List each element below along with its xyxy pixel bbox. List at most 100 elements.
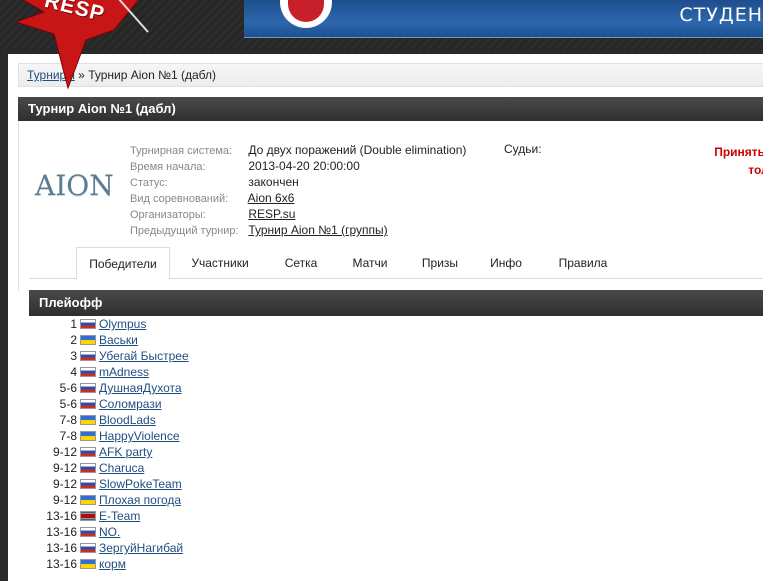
standing-row: 7-8 HappyViolence [29,428,763,444]
system-label: Турнирная система: [130,145,233,157]
flag-ru-icon [80,479,96,489]
team-link[interactable]: Соломрази [99,397,162,411]
flag-ru-icon [80,367,96,377]
team-link[interactable]: HappyViolence [99,429,180,443]
organizers-link[interactable]: RESP.su [248,207,295,221]
header-banner[interactable]: СТУДЕН [244,0,763,38]
standing-row: 13-16 NO. [29,524,763,540]
place-number: 9-12 [52,493,77,507]
team-link[interactable]: корм [99,557,126,571]
team-link[interactable]: AFK party [99,445,152,459]
flag-ua-icon [80,559,96,569]
place-number: 9-12 [52,477,77,491]
place-number: 13-16 [46,509,77,523]
place-number: 5-6 [59,381,77,395]
standing-row: 9-12 SlowPokeTeam [29,476,763,492]
standing-row: 5-6 ДушнаяДухота [29,380,763,396]
team-link[interactable]: SlowPokeTeam [99,477,182,491]
type-label: Вид соревнований: [130,193,229,205]
standing-row: 2 Васьки [29,332,763,348]
flag-ru-icon [80,447,96,457]
type-link[interactable]: Aion 6x6 [248,191,295,205]
team-link[interactable]: Васьки [99,333,138,347]
judges-label: Судьи: [504,142,542,156]
tab-bracket[interactable]: Сетка [271,247,331,279]
place-number: 9-12 [52,461,77,475]
team-link[interactable]: NO. [99,525,120,539]
page-title: Турнир Aion №1 (дабл) [18,97,763,121]
flag-ua-icon [80,495,96,505]
team-link[interactable]: Убегай Быстрее [99,349,189,363]
tab-rules[interactable]: Правила [541,247,625,279]
standing-row: 3 Убегай Быстрее [29,348,763,364]
place-number: 1 [70,317,77,331]
meta-row-previous: Предыдущий турнир: Турнир Aion №1 (групп… [130,222,466,238]
standings-list: 1 Olympus 2 Васьки 3 Убегай Быстрее 4 mAdness 5-… [29,316,763,572]
place-number: 4 [70,365,77,379]
meta-row-type: Вид соревнований: Aion 6x6 [130,190,466,206]
meta-row-start: Время начала: 2013-04-20 20:00:00 [130,158,466,174]
flag-ru-icon [80,351,96,361]
standing-row: 13-16 ЗергуйНагибай [29,540,763,556]
meta-row-status: Статус: закончен [130,174,466,190]
team-link[interactable]: E-Team [99,509,140,523]
team-link[interactable]: ЗергуйНагибай [99,541,183,555]
place-number: 7-8 [59,429,77,443]
place-number: 13-16 [46,557,77,571]
tournament-meta: Турнирная система: До двух поражений (Do… [130,142,466,238]
team-link[interactable]: BloodLads [99,413,156,427]
standing-row: 1 Olympus [29,316,763,332]
status-label: Статус: [130,177,168,189]
team-link[interactable]: ДушнаяДухота [99,381,182,395]
join-line-1: Принять уч [714,145,763,159]
system-value: До двух поражений (Double elimination) [248,143,467,157]
team-link[interactable]: mAdness [99,365,149,379]
flag-ru-icon [80,319,96,329]
main-content: Турниры » Турнир Aion №1 (дабл) Турнир A… [8,54,763,581]
start-label: Время начала: [130,161,206,173]
club-logo-icon[interactable] [280,0,332,28]
flag-sz-icon [80,511,96,521]
place-number: 7-8 [59,413,77,427]
flag-ru-icon [80,543,96,553]
aion-logo: AION [35,169,114,202]
place-number: 13-16 [46,541,77,555]
standing-row: 7-8 BloodLads [29,412,763,428]
tab-matches[interactable]: Матчи [341,247,399,279]
previous-tournament-link[interactable]: Турнир Aion №1 (группы) [248,223,387,237]
tab-winners[interactable]: Победители [76,247,170,280]
resp-logo[interactable]: RESP [0,0,150,96]
tab-participants[interactable]: Участники [179,247,261,279]
flag-ru-icon [80,527,96,537]
flag-ua-icon [80,431,96,441]
place-number: 9-12 [52,445,77,459]
flag-ua-icon [80,335,96,345]
organizers-label: Организаторы: [130,209,206,221]
standing-row: 13-16 E-Team [29,508,763,524]
place-number: 2 [70,333,77,347]
flag-ru-icon [80,383,96,393]
place-number: 5-6 [59,397,77,411]
playoff-section-title: Плейофф [29,290,763,316]
flag-ru-icon [80,399,96,409]
standing-row: 9-12 Charuca [29,460,763,476]
meta-row-system: Турнирная система: До двух поражений (Do… [130,142,466,158]
team-link[interactable]: Charuca [99,461,144,475]
join-tournament-link[interactable]: Принять уч тольк [702,143,763,179]
standing-row: 13-16 корм [29,556,763,572]
standing-row: 9-12 AFK party [29,444,763,460]
tournament-tabs: Победители Участники Сетка Матчи Призы И… [29,247,763,280]
standing-row: 5-6 Соломрази [29,396,763,412]
team-link[interactable]: Olympus [99,317,146,331]
tab-prizes[interactable]: Призы [409,247,471,279]
start-value: 2013-04-20 20:00:00 [248,159,360,173]
meta-row-organizers: Организаторы: RESP.su [130,206,466,222]
flag-ru-icon [80,463,96,473]
previous-label: Предыдущий турнир: [130,225,239,237]
banner-text: СТУДЕН [679,4,763,26]
place-number: 13-16 [46,525,77,539]
status-value: закончен [248,175,299,189]
standing-row: 9-12 Плохая погода [29,492,763,508]
team-link[interactable]: Плохая погода [99,493,181,507]
tab-info[interactable]: Инфо [481,247,531,279]
